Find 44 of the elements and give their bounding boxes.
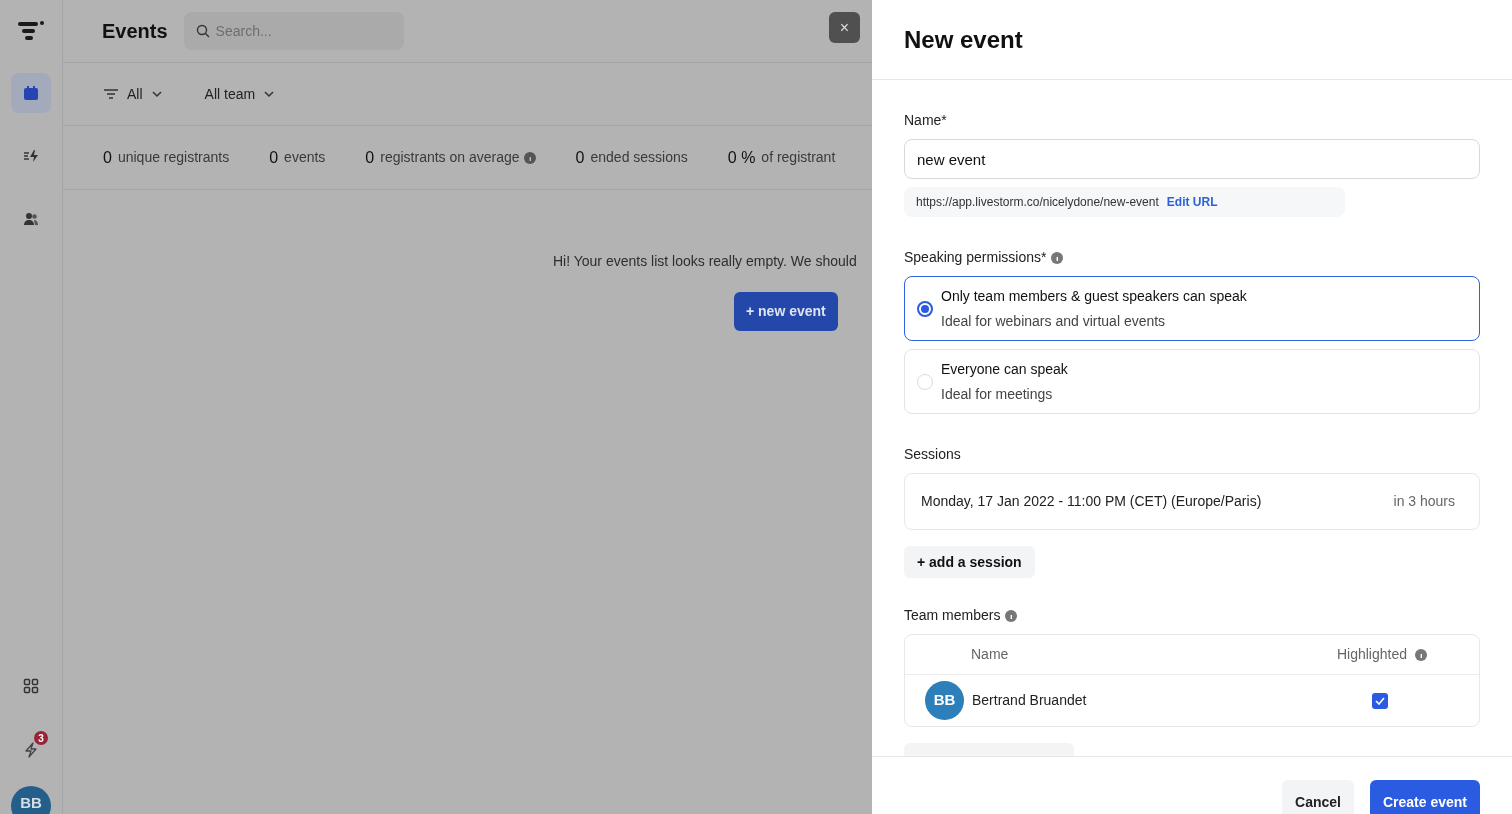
filter-dropdown[interactable]: All team [204,83,276,105]
field-label: Name* [904,111,948,130]
member-name: Bertrand Bruandet [972,691,1088,710]
stat-label: events [284,148,326,167]
page-title: Events [102,19,168,44]
stat-value: 0 [269,147,279,168]
radio-option[interactable]: Everyone can speak Ideal for meetings [904,349,1480,414]
name-field[interactable]: new event [904,139,1480,179]
notification-badge: 3 [34,731,48,745]
column-header: Highlighted [1336,645,1407,664]
option-title: Everyone can speak [941,359,1068,379]
drawer-title: New event [904,24,1023,55]
stat-value: 0 [575,147,585,168]
event-url: https://app.livestorm.co/nicelydone/new-event [916,194,1159,211]
option-description: Ideal for meetings [941,384,1054,404]
stat-label: registrants on average [380,148,520,167]
avatar[interactable]: BB [11,786,51,814]
option-description: Ideal for webinars and virtual events [941,311,1167,331]
add-session-button[interactable]: + add a session [904,546,1035,578]
search-field[interactable]: Search... [183,12,404,50]
stat-label: ended sessions [590,148,688,167]
avatar: BB [925,681,964,720]
empty-state-message: Hi! Your events list looks really empty. We should [552,252,858,271]
stat-value: 0 [103,147,112,168]
field-label: Sessions [904,445,962,464]
create-event-button[interactable]: Create event [1369,780,1480,814]
stat-label: of registrant [761,148,836,167]
stat-value: 0 [365,147,375,168]
filter-dropdown[interactable]: All [103,83,163,105]
new-event-button[interactable]: + new event [734,292,838,331]
field-label: Speaking permissions* [904,248,1047,267]
stat-label: unique registrants [117,148,230,167]
session-date: Monday, 17 Jan 2022 - 11:00 PM (CET) (Europe/Paris) [921,492,1262,511]
sidebar-item[interactable]: 3 [11,730,51,770]
session-row[interactable]: Monday, 17 Jan 2022 - 11:00 PM (CET) (Europe/Paris) in 3 hours [904,473,1480,530]
radio-option[interactable]: Only team members & guest speakers can speak Ideal for webinars and virtual events [904,276,1480,341]
cancel-button[interactable]: Cancel [1282,780,1354,814]
session-relative-time: in 3 hours [1393,492,1455,511]
column-header: Name [971,645,1009,664]
stat-value: 0 % [727,147,756,168]
close-button[interactable]: × [829,12,860,43]
edit-url-link[interactable]: Edit URL [1166,193,1218,211]
option-title: Only team members & guest speakers can speak [941,286,1247,306]
field-label: Team members [904,606,1001,625]
